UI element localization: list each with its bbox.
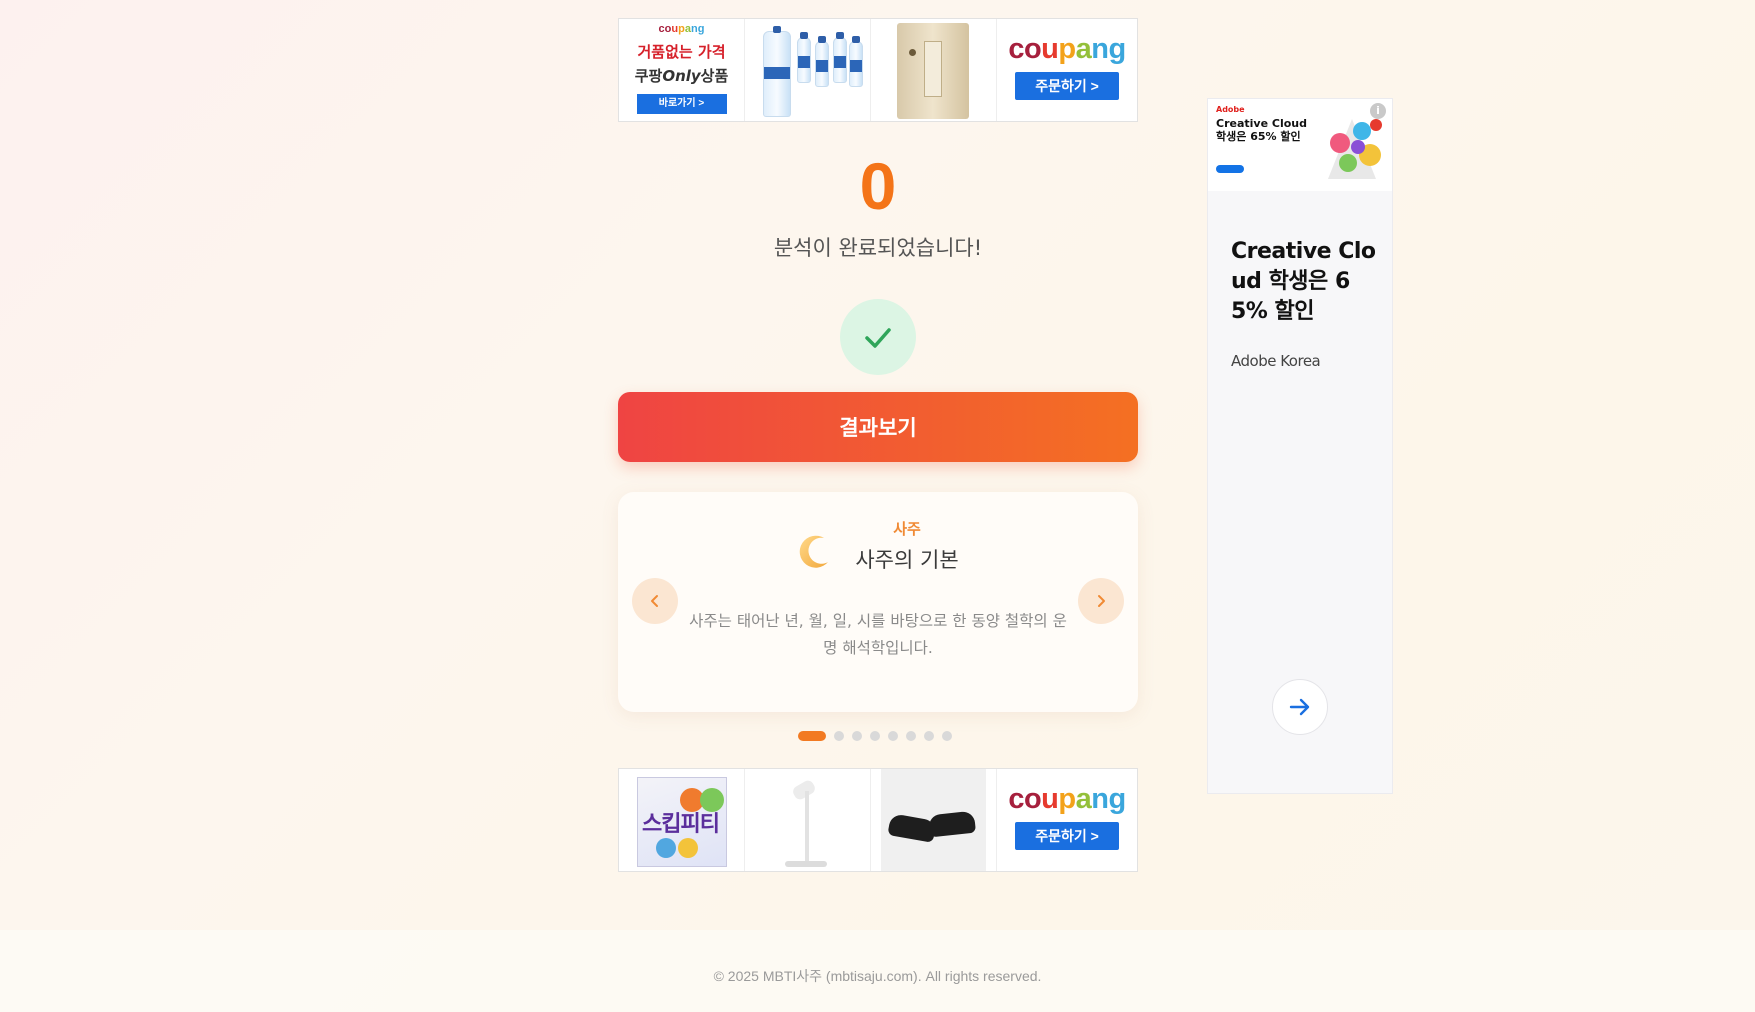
carousel-prev-button[interactable]: [632, 578, 678, 624]
ad-advertiser: Adobe Korea: [1231, 352, 1321, 370]
chevron-right-icon: [1098, 595, 1105, 607]
carousel-dot[interactable]: [888, 731, 898, 741]
check-icon: [865, 328, 891, 348]
ad-image-button: [1216, 165, 1244, 173]
top-coupang-banner[interactable]: coupang 거품없는 가격 쿠팡Only상품 바로가기 > coupang …: [618, 18, 1138, 122]
adobe-side-ad[interactable]: Adobe Creative Cloud 학생은 65% 할인 i Creati…: [1207, 98, 1393, 794]
ad-image-headline: Creative Cloud 학생은 65% 할인: [1216, 117, 1307, 143]
water-bottle-icon: [763, 26, 791, 117]
promo-logo: coupang: [658, 23, 705, 35]
promo-go-button[interactable]: 바로가기 >: [636, 94, 727, 114]
carousel-dot[interactable]: [834, 731, 844, 741]
promo-cell[interactable]: coupang 거품없는 가격 쿠팡Only상품 바로가기 >: [619, 19, 745, 121]
board-game-box: 스킵피티: [637, 777, 727, 867]
promo-subtitle: 쿠팡Only상품: [634, 67, 729, 85]
water-bottle-icon: [849, 36, 863, 87]
ad-info-icon[interactable]: i: [1370, 103, 1386, 119]
carousel-next-button[interactable]: [1078, 578, 1124, 624]
copyright-text: © 2025 MBTI사주 (mbtisaju.com). All rights…: [713, 968, 1042, 984]
coupang-order-cell[interactable]: coupang 주문하기 >: [997, 769, 1137, 871]
ad-headline[interactable]: Creative Cloud 학생은 65% 할인: [1231, 237, 1381, 327]
water-bottle-icon: [833, 32, 847, 83]
ad-open-button[interactable]: [1272, 679, 1328, 735]
carousel-dot[interactable]: [870, 731, 880, 741]
carousel-dot[interactable]: [852, 731, 862, 741]
product-water-bottles[interactable]: [745, 19, 871, 121]
product-sandals[interactable]: [871, 769, 997, 871]
water-bottle-icon: [815, 36, 829, 87]
order-button[interactable]: 주문하기 >: [1015, 72, 1119, 100]
water-bottle-icon: [797, 32, 811, 83]
coupang-order-cell[interactable]: coupang 주문하기 >: [997, 19, 1137, 121]
adobe-logo: Adobe: [1216, 105, 1245, 114]
analysis-complete-message: 분석이 완료되었습니다!: [773, 236, 983, 260]
coupang-logo: coupang: [1008, 783, 1126, 815]
card-title: 사주의 기본: [855, 548, 959, 572]
carousel-pagination: [798, 731, 952, 741]
arrow-right-icon: [1289, 698, 1310, 716]
carousel-dot[interactable]: [798, 731, 826, 741]
lamp-icon: [790, 778, 818, 802]
footer: © 2025 MBTI사주 (mbtisaju.com). All rights…: [0, 930, 1755, 1012]
ad-image[interactable]: Adobe Creative Cloud 학생은 65% 할인 i: [1208, 99, 1392, 191]
carousel-dot[interactable]: [906, 731, 916, 741]
coupang-logo: coupang: [1008, 33, 1126, 65]
page: coupang 거품없는 가격 쿠팡Only상품 바로가기 > coupang …: [0, 0, 1755, 1012]
chevron-left-icon: [651, 595, 658, 607]
view-result-button[interactable]: 결과보기: [618, 392, 1138, 462]
carousel-dot[interactable]: [942, 731, 952, 741]
carousel-dot[interactable]: [924, 731, 934, 741]
saju-info-card: 사주 사주의 기본 사주는 태어난 년, 월, 일, 시를 바탕으로 한 동양 …: [618, 492, 1138, 712]
product-skipitti[interactable]: 스킵피티: [619, 769, 745, 871]
product-desk-lamp[interactable]: [745, 769, 871, 871]
creative-art-icon: [1328, 119, 1382, 179]
bottom-coupang-banner[interactable]: 스킵피티 coupang 주문하기 >: [618, 768, 1138, 872]
check-badge: [840, 299, 916, 375]
product-rice-bag[interactable]: [871, 19, 997, 121]
card-description: 사주는 태어난 년, 월, 일, 시를 바탕으로 한 동양 철학의 운명 해석학…: [689, 612, 1067, 657]
result-count: 0: [859, 149, 897, 223]
card-category: 사주: [893, 520, 921, 538]
order-button[interactable]: 주문하기 >: [1015, 822, 1119, 850]
promo-title: 거품없는 가격: [637, 43, 726, 61]
rice-bag-icon: [897, 23, 969, 119]
